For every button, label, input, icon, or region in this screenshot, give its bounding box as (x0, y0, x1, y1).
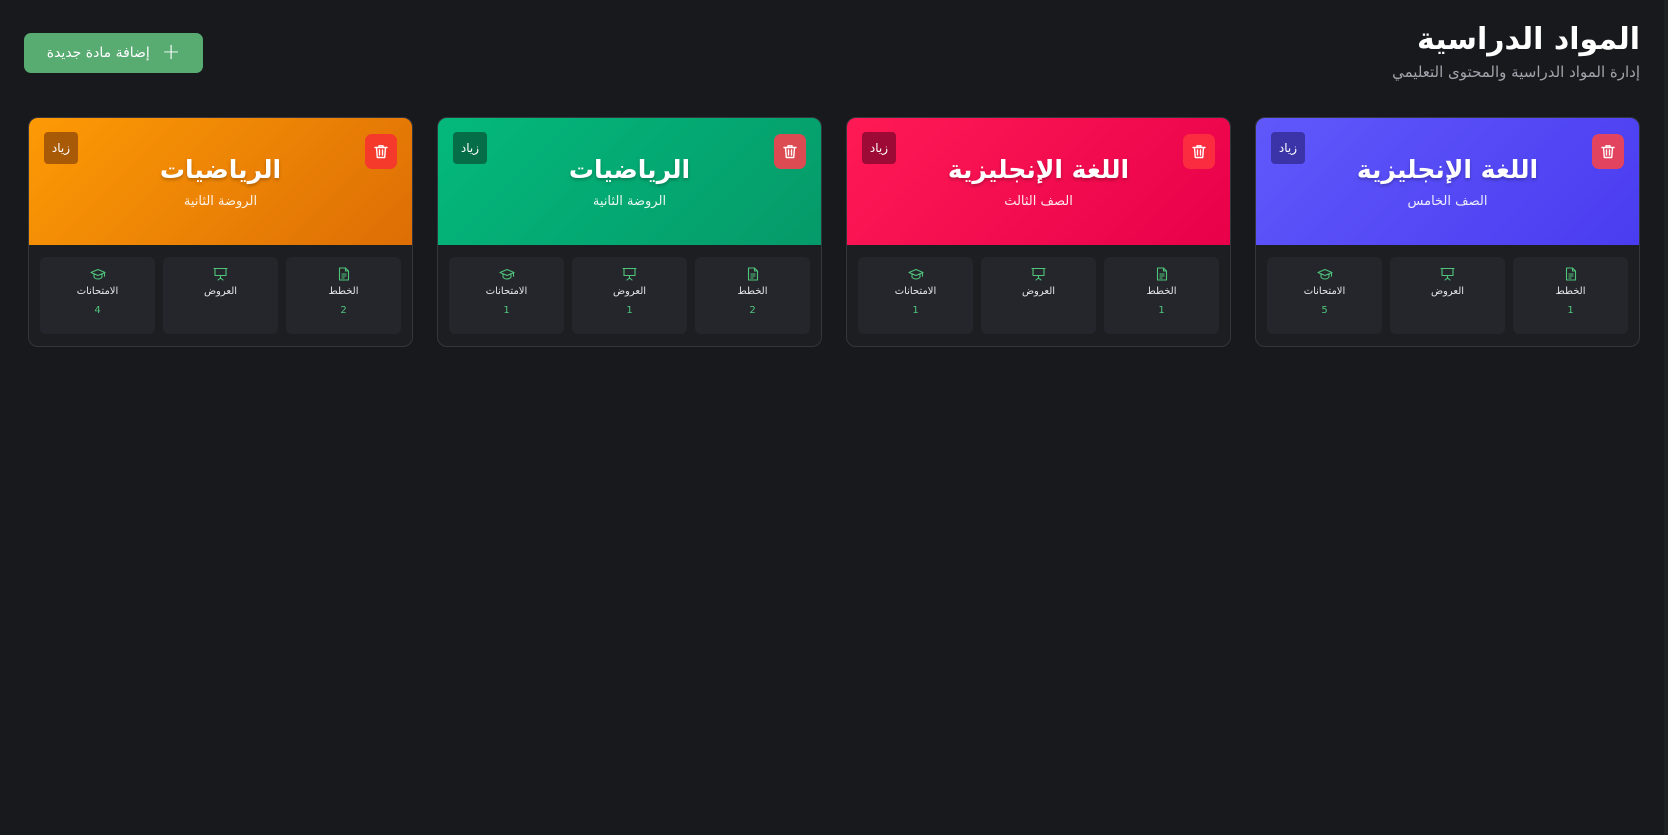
subject-title: الرياضيات (568, 155, 691, 184)
subject-card-header: زياد الرياضيات الروضة الثانية (29, 118, 412, 245)
stat-presentations[interactable]: العروض (163, 257, 278, 334)
stat-label: الامتحانات (485, 286, 528, 297)
subject-title: اللغة الإنجليزية (1356, 155, 1539, 184)
teacher-badge: زياد (1271, 132, 1305, 164)
delete-subject-button[interactable] (365, 134, 397, 169)
subject-card-header: زياد اللغة الإنجليزية الصف الثالث (847, 118, 1230, 245)
page-scrollbar[interactable] (1664, 0, 1668, 835)
stat-value: 1 (503, 305, 510, 316)
stat-value: 4 (94, 305, 101, 316)
document-icon (1565, 267, 1576, 281)
subject-grade: الصف الثالث (1004, 194, 1073, 209)
stat-label: الخطط (328, 286, 359, 297)
stat-plans[interactable]: الخطط 2 (286, 257, 401, 334)
stat-label: الخطط (1555, 286, 1586, 297)
presentation-icon (1031, 267, 1046, 281)
subject-stats: الخطط 1 العروض الامتحانات 5 (1256, 245, 1639, 346)
subject-card[interactable]: زياد الرياضيات الروضة الثانية الخطط 2 ال… (28, 117, 413, 347)
add-subject-button[interactable]: + إضافة مادة جديدة (24, 33, 203, 73)
graduation-cap-icon (1316, 268, 1333, 280)
stat-value: 1 (1567, 305, 1574, 316)
teacher-badge: زياد (862, 132, 896, 164)
stat-label: الامتحانات (894, 286, 937, 297)
stat-value: 1 (626, 305, 633, 316)
stat-exams[interactable]: الامتحانات 1 (449, 257, 564, 334)
stat-exams[interactable]: الامتحانات 4 (40, 257, 155, 334)
stat-value (1390, 305, 1505, 317)
document-icon (338, 267, 349, 281)
delete-subject-button[interactable] (1183, 134, 1215, 169)
subject-card-header: زياد اللغة الإنجليزية الصف الخامس (1256, 118, 1639, 245)
subject-title: الرياضيات (159, 155, 282, 184)
subject-card[interactable]: زياد اللغة الإنجليزية الصف الخامس الخطط … (1255, 117, 1640, 347)
stat-presentations[interactable]: العروض 1 (572, 257, 687, 334)
stat-presentations[interactable]: العروض (1390, 257, 1505, 334)
graduation-cap-icon (498, 268, 515, 280)
subject-stats: الخطط 1 العروض الامتحانات 1 (847, 245, 1230, 346)
graduation-cap-icon (907, 268, 924, 280)
stat-value (163, 305, 278, 317)
teacher-badge: زياد (453, 132, 487, 164)
trash-icon (1601, 145, 1615, 159)
trash-icon (783, 145, 797, 159)
subject-stats: الخطط 2 العروض 1 الامتحانات 1 (438, 245, 821, 346)
graduation-cap-icon (89, 268, 106, 280)
stat-value: 2 (340, 305, 347, 316)
plus-icon: + (161, 40, 181, 65)
delete-subject-button[interactable] (1592, 134, 1624, 169)
delete-subject-button[interactable] (774, 134, 806, 169)
stat-value: 1 (912, 305, 919, 316)
subject-title: اللغة الإنجليزية (947, 155, 1130, 184)
document-icon (1156, 267, 1167, 281)
stat-plans[interactable]: الخطط 1 (1513, 257, 1628, 334)
stat-plans[interactable]: الخطط 2 (695, 257, 810, 334)
subject-grade: الصف الخامس (1407, 194, 1488, 209)
stat-value: 5 (1321, 305, 1328, 316)
subject-grade: الروضة الثانية (592, 194, 667, 209)
stat-label: الخطط (737, 286, 768, 297)
document-icon (747, 267, 758, 281)
stat-label: الخطط (1146, 286, 1177, 297)
stat-value (981, 305, 1096, 317)
page-subtitle: إدارة المواد الدراسية والمحتوى التعليمي (1392, 63, 1640, 81)
stat-plans[interactable]: الخطط 1 (1104, 257, 1219, 334)
stat-label: العروض (612, 286, 647, 297)
stat-label: الامتحانات (1303, 286, 1346, 297)
stat-label: الامتحانات (76, 286, 119, 297)
teacher-badge: زياد (44, 132, 78, 164)
subjects-grid: زياد اللغة الإنجليزية الصف الخامس الخطط … (24, 117, 1640, 347)
subject-card[interactable]: زياد الرياضيات الروضة الثانية الخطط 2 ال… (437, 117, 822, 347)
presentation-icon (213, 267, 228, 281)
stat-value: 1 (1158, 305, 1165, 316)
subject-stats: الخطط 2 العروض الامتحانات 4 (29, 245, 412, 346)
stat-label: العروض (1021, 286, 1056, 297)
stat-label: العروض (1430, 286, 1465, 297)
subject-card[interactable]: زياد اللغة الإنجليزية الصف الثالث الخطط … (846, 117, 1231, 347)
stat-label: العروض (203, 286, 238, 297)
stat-presentations[interactable]: العروض (981, 257, 1096, 334)
presentation-icon (1440, 267, 1455, 281)
page-title: المواد الدراسية (1417, 22, 1640, 57)
presentation-icon (622, 267, 637, 281)
subject-card-header: زياد الرياضيات الروضة الثانية (438, 118, 821, 245)
trash-icon (374, 145, 388, 159)
stat-exams[interactable]: الامتحانات 1 (858, 257, 973, 334)
stat-exams[interactable]: الامتحانات 5 (1267, 257, 1382, 334)
subject-grade: الروضة الثانية (183, 194, 258, 209)
add-subject-label: إضافة مادة جديدة (46, 45, 150, 61)
page-header: المواد الدراسية إدارة المواد الدراسية وا… (1392, 22, 1640, 81)
trash-icon (1192, 145, 1206, 159)
stat-value: 2 (749, 305, 756, 316)
